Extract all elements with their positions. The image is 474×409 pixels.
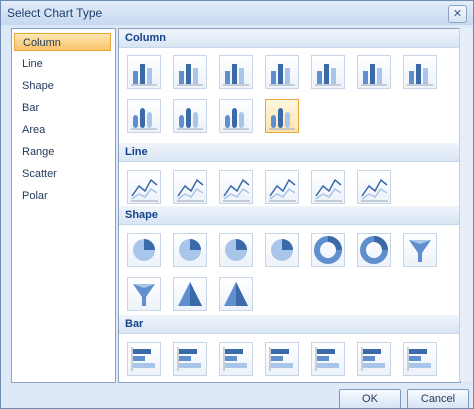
column-stacked-icon [177, 64, 203, 86]
chart-type-bar-clustered[interactable] [127, 342, 161, 376]
cylinder-stacked-icon [177, 108, 203, 130]
chart-type-cylinder-stacked[interactable] [173, 99, 207, 133]
chart-type-line-step[interactable] [219, 170, 253, 204]
dialog-body: Column Line Shape Bar Area Range Scatter… [1, 25, 473, 408]
chart-type-pyramid-3d[interactable] [219, 277, 253, 311]
column-3d-stacked-100-icon [361, 64, 387, 86]
funnel-icon [409, 240, 431, 262]
chart-type-bar-3d-clustered[interactable] [265, 342, 299, 376]
chart-type-cylinder-3d[interactable] [265, 99, 299, 133]
chart-type-doughnut-exploded[interactable] [357, 233, 391, 267]
chart-type-cylinder-clustered[interactable] [127, 99, 161, 133]
section-header-bar: Bar [119, 315, 460, 334]
chart-type-doughnut[interactable] [311, 233, 345, 267]
bar-clustered-icon [131, 347, 155, 371]
chart-type-line[interactable] [127, 170, 161, 204]
line-step-icon [223, 178, 250, 202]
pyramid-icon [178, 282, 202, 306]
chart-type-funnel-3d[interactable] [127, 277, 161, 311]
funnel-3d-icon [133, 284, 155, 306]
bar-3d-stacked-100-icon [361, 347, 385, 371]
chart-type-column-stacked-100[interactable] [219, 55, 253, 89]
line-3d-icon [269, 178, 296, 202]
column-clustered-icon [131, 64, 157, 86]
chart-type-cylinder-stacked-100[interactable] [219, 99, 253, 133]
cylinder-stacked-100-icon [223, 108, 249, 130]
close-button[interactable]: ✕ [448, 5, 467, 23]
bar-3d-clustered-icon [269, 347, 293, 371]
chart-type-column-clustered[interactable] [127, 55, 161, 89]
chart-type-line-3d[interactable] [265, 170, 299, 204]
chart-type-funnel[interactable] [403, 233, 437, 267]
pie-3d-icon [225, 239, 247, 261]
chart-type-line-smooth[interactable] [173, 170, 207, 204]
chart-type-bar-stacked[interactable] [173, 342, 207, 376]
section-header-column: Column [119, 29, 460, 48]
chart-type-column-stacked[interactable] [173, 55, 207, 89]
category-item-shape[interactable]: Shape [14, 77, 111, 95]
bar-stacked-100-icon [223, 347, 247, 371]
column-3d-icon [407, 64, 433, 86]
category-item-column[interactable]: Column [14, 33, 111, 51]
chart-category-list: Column Line Shape Bar Area Range Scatter… [11, 28, 116, 383]
chart-type-bar-3d-stacked-100[interactable] [357, 342, 391, 376]
chart-type-pie-3d-exploded[interactable] [265, 233, 299, 267]
chart-type-line-scatter[interactable] [357, 170, 391, 204]
bar-cylinder-icon [407, 347, 431, 371]
dialog-title: Select Chart Type [7, 6, 103, 20]
category-item-range[interactable]: Range [14, 143, 111, 161]
chart-type-bar-3d-stacked[interactable] [311, 342, 345, 376]
cancel-button[interactable]: Cancel [407, 389, 469, 408]
category-item-area[interactable]: Area [14, 121, 111, 139]
select-chart-type-dialog: Select Chart Type ✕ Column Line Shape Ba… [0, 0, 474, 409]
chart-type-bar-cylinder[interactable] [403, 342, 437, 376]
line-scatter-icon [361, 178, 388, 202]
line-markers-icon [315, 178, 342, 202]
column-3d-stacked-icon [315, 64, 341, 86]
column-stacked-100-icon [223, 64, 249, 86]
doughnut-icon [314, 236, 342, 264]
line-icon [131, 178, 158, 202]
close-icon: ✕ [452, 8, 463, 20]
cylinder-3d-icon [269, 108, 295, 130]
ok-button[interactable]: OK [339, 389, 401, 408]
gallery-scrollbar[interactable] [459, 28, 472, 381]
chart-type-line-markers[interactable] [311, 170, 345, 204]
chart-type-column-3d-stacked[interactable] [311, 55, 345, 89]
chart-type-pie-3d[interactable] [219, 233, 253, 267]
pyramid-3d-icon [224, 282, 248, 306]
pie-icon [133, 239, 155, 261]
category-item-polar[interactable]: Polar [14, 187, 111, 205]
chart-type-column-3d-stacked-100[interactable] [357, 55, 391, 89]
cylinder-clustered-icon [131, 108, 157, 130]
bar-stacked-icon [177, 347, 201, 371]
column-3d-clustered-icon [269, 64, 295, 86]
bar-3d-stacked-icon [315, 347, 339, 371]
category-item-scatter[interactable]: Scatter [14, 165, 111, 183]
chart-type-pyramid[interactable] [173, 277, 207, 311]
doughnut-exploded-icon [360, 236, 388, 264]
chart-type-column-3d-clustered[interactable] [265, 55, 299, 89]
title-bar[interactable]: Select Chart Type ✕ [1, 1, 473, 25]
chart-type-column-3d[interactable] [403, 55, 437, 89]
pie-3d-exploded-icon [271, 239, 293, 261]
section-header-shape: Shape [119, 206, 460, 225]
chart-type-pie-exploded[interactable] [173, 233, 207, 267]
chart-type-bar-stacked-100[interactable] [219, 342, 253, 376]
chart-type-gallery: Column Line Shape Bar [118, 28, 461, 383]
line-smooth-icon [177, 178, 204, 202]
section-header-line: Line [119, 143, 460, 162]
chart-type-pie[interactable] [127, 233, 161, 267]
category-item-bar[interactable]: Bar [14, 99, 111, 117]
category-item-line[interactable]: Line [14, 55, 111, 73]
pie-exploded-icon [179, 239, 201, 261]
